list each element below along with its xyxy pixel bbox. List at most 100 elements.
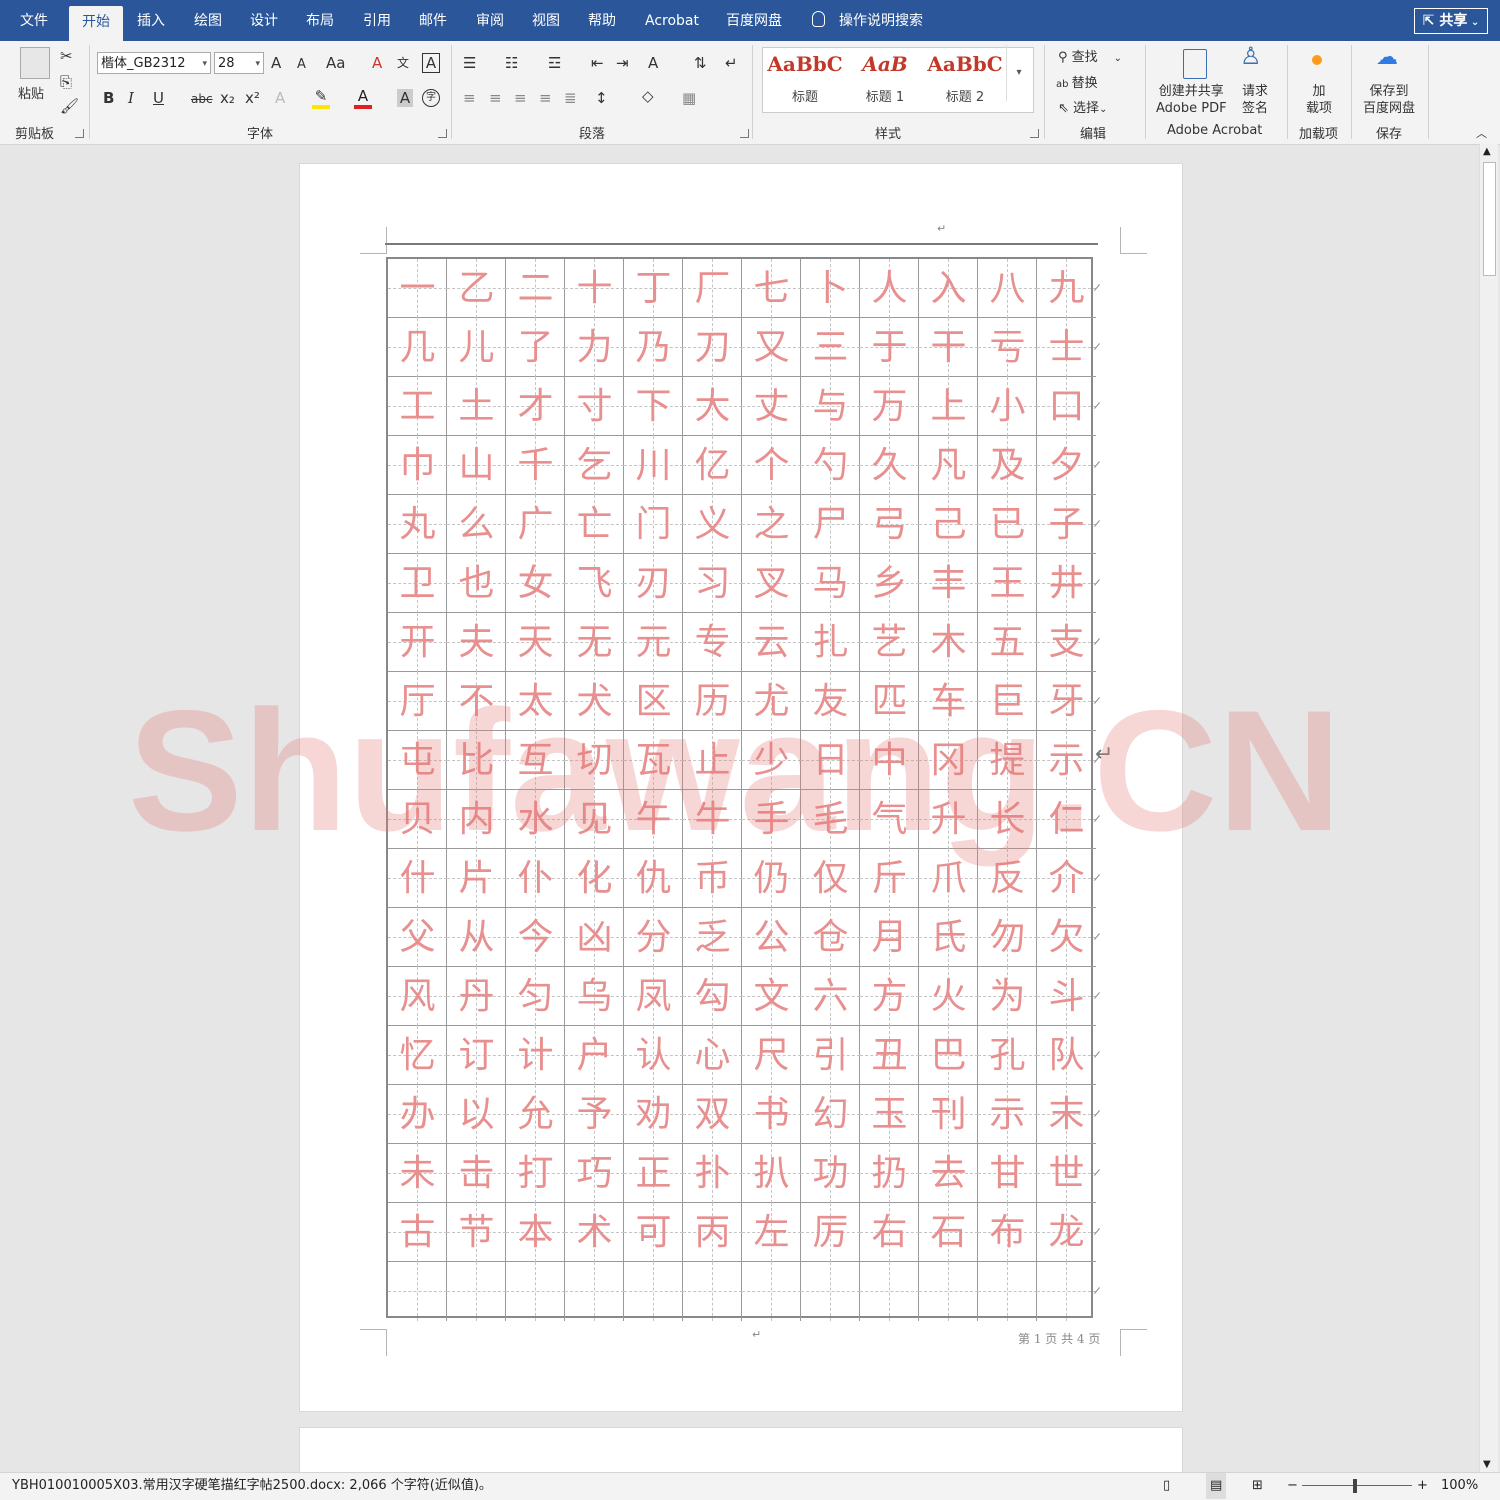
trace-character: 叉 <box>753 563 790 604</box>
tab-draw[interactable]: 绘图 <box>187 0 229 41</box>
tab-references[interactable]: 引用 <box>356 0 398 41</box>
shrink-font-button[interactable]: A <box>297 56 306 74</box>
tab-mailings[interactable]: 邮件 <box>412 0 454 41</box>
zoom-slider[interactable] <box>1302 1485 1412 1486</box>
trace-character: 之 <box>753 504 790 545</box>
distributed-icon[interactable]: ≣ <box>564 89 577 107</box>
grid-cell: 从 <box>447 908 506 967</box>
styles-more-button[interactable]: ▾ <box>1006 45 1031 101</box>
share-button[interactable]: ⇱ 共享 ⌄ <box>1414 8 1488 34</box>
grid-cell: 长 <box>978 790 1037 849</box>
paste-icon[interactable] <box>20 47 50 79</box>
grid-cell: 区 <box>624 672 683 731</box>
bullets-icon[interactable]: ☰ <box>463 54 476 72</box>
scroll-thumb[interactable] <box>1483 162 1496 276</box>
zoom-level[interactable]: 100% <box>1441 1473 1478 1499</box>
subscript-button[interactable]: x₂ <box>220 89 235 107</box>
increase-indent-icon[interactable]: ⇥ <box>616 54 629 72</box>
sort-icon[interactable]: ⇅ <box>694 54 707 72</box>
decrease-indent-icon[interactable]: ⇤ <box>591 54 604 72</box>
tab-review[interactable]: 审阅 <box>469 0 511 41</box>
numbering-icon[interactable]: ☷ <box>505 54 518 72</box>
multilevel-list-icon[interactable]: ☲ <box>548 54 561 72</box>
align-right-icon[interactable]: ≡ <box>514 89 527 107</box>
superscript-button[interactable]: x² <box>245 89 260 107</box>
justify-icon[interactable]: ≡ <box>539 89 552 107</box>
request-signature-button[interactable]: 请求 签名 <box>1242 83 1268 117</box>
cut-icon[interactable]: ✂ <box>60 47 73 65</box>
vertical-scrollbar[interactable]: ▲ ▼ <box>1479 144 1498 1472</box>
zoom-in-icon[interactable]: + <box>1417 1473 1428 1499</box>
tab-view[interactable]: 视图 <box>525 0 567 41</box>
scroll-down-arrow-icon[interactable]: ▼ <box>1483 1459 1491 1470</box>
style-heading[interactable]: AaBbC 标题 <box>765 52 845 105</box>
clear-format-icon[interactable]: A <box>372 54 382 72</box>
highlight-icon[interactable]: ✎ <box>312 87 330 109</box>
format-painter-icon[interactable]: 🖌 <box>60 97 79 115</box>
style-name: 标题 1 <box>865 90 905 105</box>
borders-icon[interactable]: ▦ <box>682 89 696 107</box>
replace-button[interactable]: ab 替换 <box>1056 72 1098 91</box>
trace-character: 土 <box>458 386 495 427</box>
zoom-out-icon[interactable]: − <box>1287 1473 1298 1499</box>
char-border-icon[interactable]: A <box>422 53 440 73</box>
tab-baidu-netdisk[interactable]: 百度网盘 <box>720 0 788 41</box>
read-mode-icon[interactable]: ▯ <box>1163 1473 1170 1499</box>
addin-icon[interactable] <box>1312 55 1322 65</box>
tab-insert[interactable]: 插入 <box>130 0 172 41</box>
style-heading-1[interactable]: AaB 标题 1 <box>845 52 925 105</box>
change-case-button[interactable]: Aa <box>326 54 345 72</box>
show-marks-icon[interactable]: ↵ <box>725 54 738 72</box>
clipboard-launcher-icon[interactable] <box>75 129 84 138</box>
trace-character: 飞 <box>576 563 613 604</box>
font-size-select[interactable]: 28 ▾ <box>214 52 264 74</box>
document-page[interactable]: ↵ 一乙二十丁厂七卜人入八九几儿了力乃刀又三于干亏士工土才寸下大丈与万上小口巾山… <box>299 163 1183 1412</box>
request-signature-icon[interactable]: ♙ <box>1240 44 1262 68</box>
align-center-icon[interactable]: ≡ <box>489 89 502 107</box>
tab-design[interactable]: 设计 <box>243 0 285 41</box>
select-button[interactable]: ⇖ 选择⌄ <box>1058 97 1107 116</box>
web-layout-icon[interactable]: ⊞ <box>1252 1473 1263 1499</box>
trace-character: 凡 <box>930 445 967 486</box>
grow-font-button[interactable]: A <box>271 54 281 72</box>
underline-button[interactable]: U <box>153 89 164 107</box>
enclose-char-icon[interactable]: 字 <box>422 89 440 107</box>
addins-button[interactable]: 加载项 <box>1306 83 1332 117</box>
paste-button[interactable]: 粘贴 <box>18 83 44 102</box>
create-share-pdf-button[interactable]: 创建并共享 Adobe PDF <box>1156 83 1227 117</box>
save-to-baidu-button[interactable]: 保存到 百度网盘 <box>1363 83 1415 117</box>
phonetic-guide-icon[interactable]: 文 <box>397 54 409 72</box>
copy-icon[interactable]: ⎘ <box>60 73 72 91</box>
print-layout-icon[interactable]: ▤ <box>1206 1473 1227 1499</box>
tab-acrobat[interactable]: Acrobat <box>640 0 704 41</box>
styles-launcher-icon[interactable] <box>1030 129 1039 138</box>
italic-button[interactable]: I <box>128 89 134 107</box>
text-effects-icon[interactable]: A <box>275 89 285 107</box>
tab-file[interactable]: 文件 <box>14 0 54 41</box>
tab-help[interactable]: 帮助 <box>581 0 623 41</box>
shading-icon[interactable]: ◇ <box>642 87 654 105</box>
create-pdf-icon[interactable] <box>1183 49 1207 79</box>
scroll-up-arrow-icon[interactable]: ▲ <box>1483 146 1491 157</box>
tell-me-search[interactable]: 操作说明搜索 <box>812 0 923 41</box>
tab-home[interactable]: 开始 <box>69 6 123 41</box>
font-color-button[interactable]: A <box>354 87 372 109</box>
font-name-select[interactable]: 楷体_GB2312 ▾ <box>97 52 211 74</box>
strikethrough-button[interactable]: abc <box>191 90 213 108</box>
zoom-slider-thumb[interactable] <box>1353 1479 1357 1493</box>
grid-cell: 凶 <box>565 908 624 967</box>
font-launcher-icon[interactable] <box>438 129 447 138</box>
style-heading-2[interactable]: AaBbC 标题 2 <box>925 52 1005 105</box>
paragraph-launcher-icon[interactable] <box>740 129 749 138</box>
tab-layout[interactable]: 布局 <box>299 0 341 41</box>
grid-cell: 二 <box>506 259 565 318</box>
line-spacing-icon[interactable]: ↕ <box>595 89 608 107</box>
align-left-icon[interactable]: ≡ <box>463 89 476 107</box>
bold-button[interactable]: B <box>103 89 114 107</box>
find-button[interactable]: ⚲ 查找 ⌄ <box>1058 46 1122 65</box>
collapse-ribbon-icon[interactable]: ︿ <box>1476 125 1487 143</box>
trace-character: 中 <box>871 740 908 781</box>
chinese-layout-icon[interactable]: A <box>648 54 658 72</box>
char-shading-icon[interactable]: A <box>397 89 413 107</box>
baidu-netdisk-icon[interactable]: ☁ <box>1376 47 1398 69</box>
